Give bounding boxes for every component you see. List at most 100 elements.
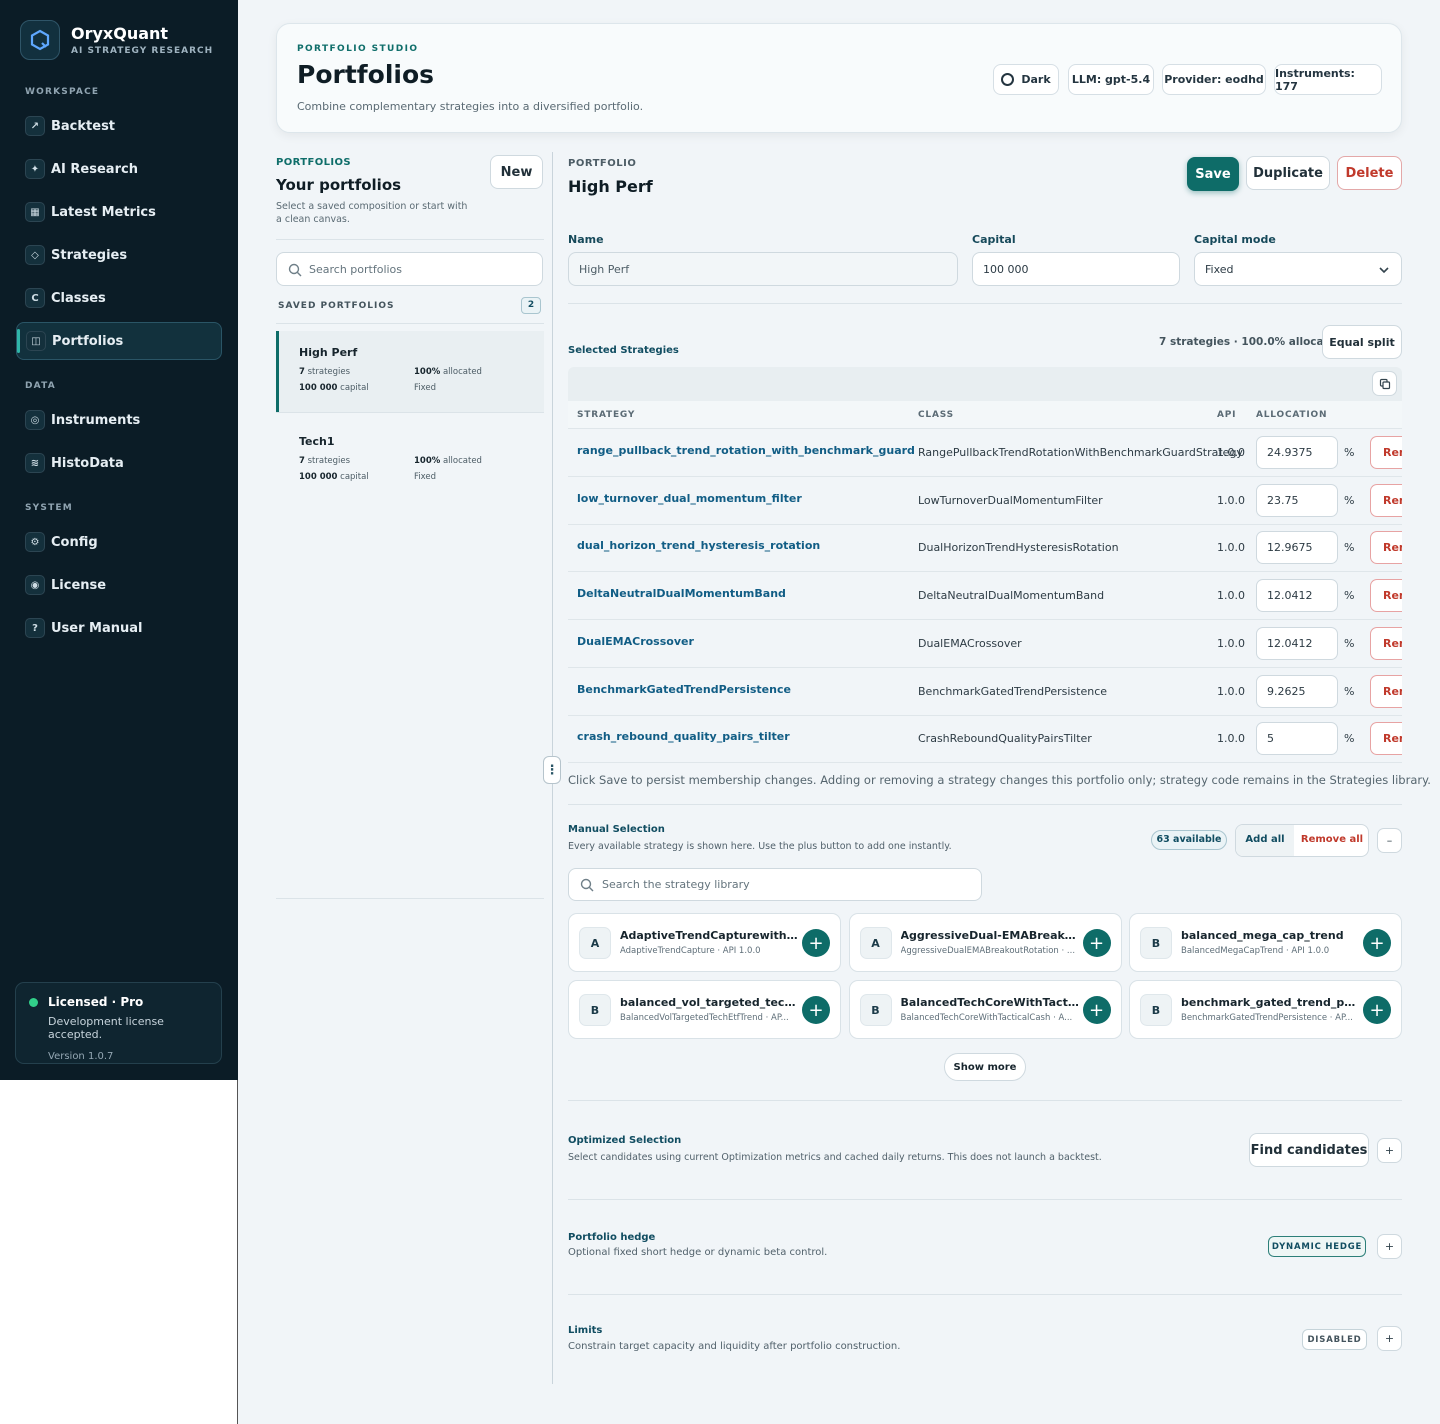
section-workspace: WORKSPACE (25, 87, 100, 97)
strategy-api-version: 1.0.0 (1217, 636, 1245, 650)
bulk-actions-group: Add all Remove all (1235, 824, 1369, 857)
remove-strategy-button[interactable]: Ren (1370, 626, 1402, 660)
table-row: dual_horizon_trend_hysteresis_rotation Du… (568, 524, 1402, 573)
remove-all-button[interactable]: Remove all (1294, 825, 1370, 856)
strategy-card: Bbenchmark_gated_trend_persist... Benchma… (1129, 980, 1402, 1039)
sidebar-item-latest-metrics[interactable]: ▦ Latest Metrics (16, 193, 222, 231)
manual-selection-title: Manual Selection (568, 824, 665, 835)
strategy-name-link[interactable]: DualEMACrossover (577, 635, 694, 648)
sidebar-item-label: Latest Metrics (51, 204, 156, 220)
remove-strategy-button[interactable]: Ren (1370, 436, 1402, 469)
divider (568, 1199, 1402, 1200)
capital-input[interactable]: 100 000 (972, 252, 1180, 286)
add-strategy-plus-icon[interactable]: + (802, 929, 830, 957)
column-allocation: ALLOCATION (1256, 410, 1328, 420)
strategy-name-link[interactable]: range_pullback_trend_rotation_with_bench… (577, 444, 915, 457)
strategy-class: CrashReboundQualityPairsTilter (918, 732, 1092, 746)
available-count-badge: 63 available (1151, 830, 1227, 850)
sidebar-item-user-manual[interactable]: ? User Manual (16, 609, 222, 647)
strategy-library-search[interactable]: Search the strategy library (568, 868, 982, 901)
add-strategy-plus-icon[interactable]: + (802, 996, 830, 1024)
divider (568, 303, 1402, 304)
table-row: DeltaNeutralDualMomentumBand DeltaNeutral… (568, 572, 1402, 621)
remove-strategy-button[interactable]: Ren (1370, 579, 1402, 613)
expand-hedge-button[interactable]: + (1377, 1234, 1402, 1259)
column-strategy: STRATEGY (577, 410, 636, 420)
allocation-input[interactable]: 12.0412 (1256, 626, 1338, 660)
sidebar-item-config[interactable]: ⚙ Config (16, 523, 222, 561)
sidebar-item-backtest[interactable]: ↗ Backtest (16, 107, 222, 145)
strategy-letter-badge: A (859, 927, 892, 959)
sidebar-item-license[interactable]: ◉ License (16, 566, 222, 604)
portfolio-item-high-perf[interactable]: High Perf 7 strategies 100 000 capital 1… (276, 331, 544, 413)
percent-sign: % (1344, 589, 1355, 603)
expand-optimized-button[interactable]: + (1377, 1138, 1402, 1163)
copy-icon[interactable] (1372, 371, 1397, 396)
strategy-card-subtitle: AdaptiveTrendCapture · API 1.0.0 (620, 946, 761, 956)
strategy-class: RangePullbackTrendRotationWithBenchmarkG… (918, 446, 1243, 459)
strategy-card-title: benchmark_gated_trend_persist... (1181, 996, 1361, 1009)
diamond-icon: ◇ (25, 245, 45, 265)
portfolio-item-tech1[interactable]: Tech1 7 strategies 100 000 capital 100% … (276, 420, 544, 502)
allocation-input[interactable]: 12.9675 (1256, 531, 1338, 565)
limits-desc: Constrain target capacity and liquidity … (568, 1341, 901, 1352)
delete-button[interactable]: Delete (1337, 156, 1402, 190)
strategy-name-link[interactable]: BenchmarkGatedTrendPersistence (577, 683, 791, 696)
expand-limits-button[interactable]: + (1377, 1326, 1402, 1351)
add-all-button[interactable]: Add all (1236, 825, 1294, 856)
portfolio-icon: ◫ (26, 331, 46, 351)
sidebar-item-portfolios[interactable]: ◫ Portfolios (16, 322, 222, 360)
strategy-card-title: AggressiveDual-EMABreakoutR... (900, 929, 1081, 942)
sidebar-item-ai-research[interactable]: ✦ AI Research (16, 150, 222, 188)
capital-mode-select[interactable]: Fixed (1194, 252, 1402, 286)
strategy-name-link[interactable]: low_turnover_dual_momentum_filter (577, 492, 802, 505)
allocation-input[interactable]: 12.0412 (1256, 579, 1338, 613)
column-class: CLASS (918, 410, 954, 420)
strategy-name-link[interactable]: dual_horizon_trend_hysteresis_rotation (577, 539, 820, 552)
theme-toggle[interactable]: Dark (993, 64, 1059, 95)
duplicate-button[interactable]: Duplicate (1246, 156, 1330, 190)
sidebar-item-classes[interactable]: C Classes (16, 279, 222, 317)
sidebar-item-strategies[interactable]: ◇ Strategies (16, 236, 222, 274)
instruments-pill: Instruments: 177 (1274, 64, 1382, 95)
save-button[interactable]: Save (1187, 157, 1239, 191)
circle-icon (1001, 73, 1015, 86)
new-portfolio-button[interactable]: New (490, 155, 543, 189)
strategy-name-link[interactable]: crash_rebound_quality_pairs_tilter (577, 730, 790, 743)
table-row: BenchmarkGatedTrendPersistence BenchmarkG… (568, 668, 1402, 716)
strategy-class: DualEMACrossover (918, 636, 1022, 650)
editor-title: High Perf (568, 177, 653, 196)
collapse-manual-button[interactable]: – (1377, 828, 1402, 853)
resize-handle-icon[interactable]: ⋮ (543, 756, 561, 784)
column-api: API (1217, 410, 1237, 420)
portfolio-mode: Fixed (414, 383, 437, 393)
add-strategy-plus-icon[interactable]: + (1082, 929, 1111, 957)
add-strategy-plus-icon[interactable]: + (1363, 929, 1391, 957)
add-strategy-plus-icon[interactable]: + (1082, 996, 1111, 1024)
search-portfolios-input[interactable]: Search portfolios (276, 252, 543, 286)
allocation-input[interactable]: 23.75 (1256, 483, 1338, 517)
remove-strategy-button[interactable]: Ren (1370, 531, 1402, 565)
strategy-class: BenchmarkGatedTrendPersistence (918, 684, 1108, 698)
allocation-input[interactable]: 9.2625 (1256, 674, 1338, 708)
strategy-letter-badge: B (859, 994, 892, 1026)
allocation-input[interactable]: 24.9375 (1256, 436, 1338, 469)
strategy-class: DualHorizonTrendHysteresisRotation (918, 541, 1119, 555)
license-version: Version 1.0.7 (48, 1051, 114, 1062)
show-more-button[interactable]: Show more (944, 1053, 1026, 1081)
optimized-selection-desc: Select candidates using current Optimiza… (568, 1152, 1102, 1163)
chevron-down-icon (1379, 267, 1389, 274)
equal-split-button[interactable]: Equal split (1322, 325, 1402, 359)
find-candidates-button[interactable]: Find candidates (1249, 1133, 1369, 1167)
sidebar-item-instruments[interactable]: ◎ Instruments (16, 401, 222, 439)
sidebar-item-histodata[interactable]: ≋ HistoData (16, 444, 222, 482)
strategy-class: DeltaNeutralDualMomentumBand (918, 589, 1105, 603)
remove-strategy-button[interactable]: Ren (1370, 722, 1402, 756)
strategy-name-link[interactable]: DeltaNeutralDualMomentumBand (577, 587, 786, 600)
remove-strategy-button[interactable]: Ren (1370, 674, 1402, 708)
name-input[interactable]: High Perf (568, 252, 958, 286)
search-placeholder: Search the strategy library (602, 878, 750, 891)
remove-strategy-button[interactable]: Ren (1370, 483, 1402, 517)
allocation-input[interactable]: 5 (1256, 722, 1338, 756)
add-strategy-plus-icon[interactable]: + (1363, 996, 1391, 1024)
